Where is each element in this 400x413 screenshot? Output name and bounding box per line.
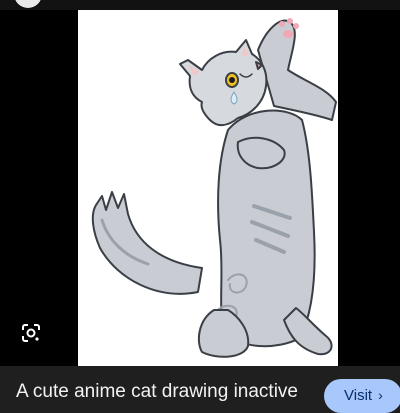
chevron-right-icon: › (378, 387, 383, 403)
lens-glyph (22, 324, 40, 342)
result-image[interactable] (78, 10, 338, 366)
visit-button[interactable]: Visit › (324, 379, 400, 413)
visit-label: Visit (344, 387, 373, 404)
google-lens-icon[interactable] (18, 320, 44, 346)
image-viewer (0, 10, 400, 366)
cat-drawing (91, 18, 337, 358)
top-bar (0, 0, 400, 10)
top-control-button[interactable] (14, 0, 42, 8)
